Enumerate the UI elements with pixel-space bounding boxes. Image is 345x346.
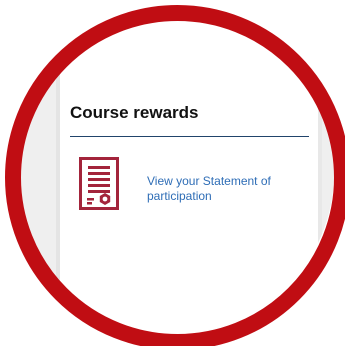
course-rewards-panel: Course rewards View your Statement of pa… <box>56 12 322 334</box>
heading-divider <box>70 136 309 137</box>
certificate-icon[interactable] <box>79 157 119 210</box>
zoomed-screenshot: Course rewards View your Statement of pa… <box>0 0 345 346</box>
circular-crop: Course rewards View your Statement of pa… <box>12 12 334 334</box>
panel-right-border <box>318 12 322 334</box>
panel-left-border <box>56 12 60 334</box>
statement-of-participation-link[interactable]: View your Statement of participation <box>147 174 307 204</box>
course-rewards-heading: Course rewards <box>70 103 199 122</box>
